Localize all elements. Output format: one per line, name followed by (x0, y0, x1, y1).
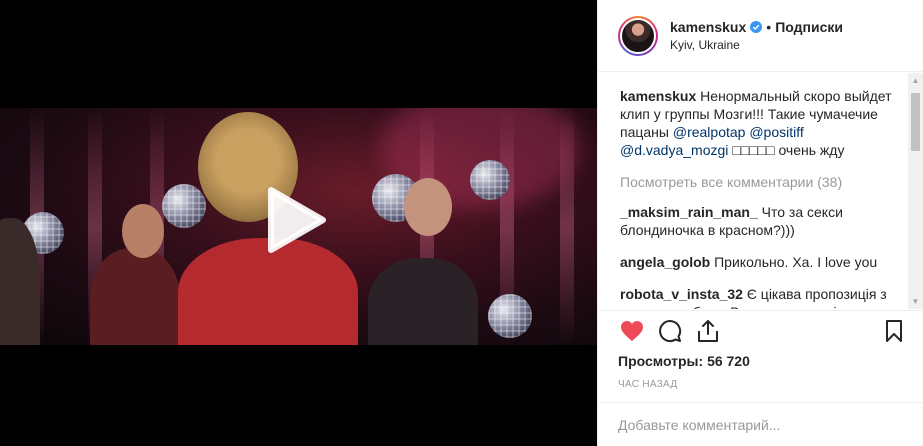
share-button[interactable] (694, 317, 722, 345)
comment-button[interactable] (656, 317, 684, 345)
scroll-up-arrow-icon[interactable]: ▲ (908, 73, 923, 88)
disco-ball (488, 294, 532, 338)
views-label: Просмотры: (618, 353, 704, 369)
comment-item: _maksim_rain_man_ Что за секси блондиноч… (620, 203, 908, 239)
comments-list: kamenskux Ненормальный скоро выйдет клип… (598, 73, 923, 309)
action-icons (618, 311, 908, 351)
post-actions: Просмотры: 56 720 час назад (598, 310, 923, 390)
avatar[interactable] (618, 15, 658, 56)
mention-link[interactable]: @realpotap (673, 124, 746, 140)
person (90, 248, 180, 345)
light-stripe (560, 108, 574, 345)
mention-link[interactable]: @positiff (749, 124, 803, 140)
add-comment-section (598, 402, 923, 446)
person (178, 238, 358, 345)
post-header: kamenskux • Подписки Kyiv, Ukraine (598, 0, 923, 72)
person-head (122, 204, 164, 258)
comments-scrollbar[interactable]: ▲ ▼ (908, 73, 923, 309)
name-row: kamenskux • Подписки (670, 19, 843, 35)
person-head (404, 178, 452, 236)
comment-username[interactable]: robota_v_insta_32 (620, 286, 743, 302)
person (368, 258, 478, 345)
caption: kamenskux Ненормальный скоро выйдет клип… (620, 87, 908, 159)
view-count[interactable]: Просмотры: 56 720 (618, 353, 908, 369)
post-media (0, 0, 597, 446)
play-icon (268, 187, 326, 253)
caption-tail: □□□□□ очень жду (728, 142, 845, 158)
view-all-comments-link[interactable]: Посмотреть все комментарии (38) (620, 173, 908, 191)
play-button[interactable] (265, 186, 329, 254)
share-icon (698, 320, 718, 342)
header-text: kamenskux • Подписки Kyiv, Ukraine (670, 19, 843, 52)
comment-input[interactable] (618, 416, 904, 433)
comment-item: angela_golob Прикольно. Ха. I love you (620, 253, 908, 271)
verified-badge-icon (750, 21, 763, 33)
comment-text: Прикольно. Ха. I love you (710, 254, 878, 270)
comment-icon (659, 320, 682, 343)
post-sidebar: kamenskux • Подписки Kyiv, Ukraine kamen… (597, 0, 923, 446)
views-number: 56 720 (707, 353, 750, 369)
separator-dot: • (766, 19, 772, 35)
mention-link[interactable]: @d.vadya_mozgi (620, 142, 728, 158)
comment-username[interactable]: angela_golob (620, 254, 710, 270)
username-link[interactable]: kamenskux (670, 19, 746, 35)
avatar-image (620, 17, 656, 54)
disco-ball (470, 160, 510, 200)
bookmark-icon (886, 320, 902, 342)
post-timestamp[interactable]: час назад (618, 379, 908, 390)
following-button[interactable]: Подписки (775, 19, 843, 35)
like-button[interactable] (618, 317, 646, 345)
location-link[interactable]: Kyiv, Ukraine (670, 38, 843, 52)
disco-ball (162, 184, 206, 228)
heart-icon (621, 321, 643, 341)
comment-item: robota_v_insta_32 Є цікава пропозиція з … (620, 285, 908, 309)
save-button[interactable] (880, 317, 908, 345)
scrollbar-thumb[interactable] (911, 93, 920, 151)
scroll-down-arrow-icon[interactable]: ▼ (908, 294, 923, 309)
comment-username[interactable]: _maksim_rain_man_ (620, 204, 758, 220)
caption-username[interactable]: kamenskux (620, 88, 696, 104)
